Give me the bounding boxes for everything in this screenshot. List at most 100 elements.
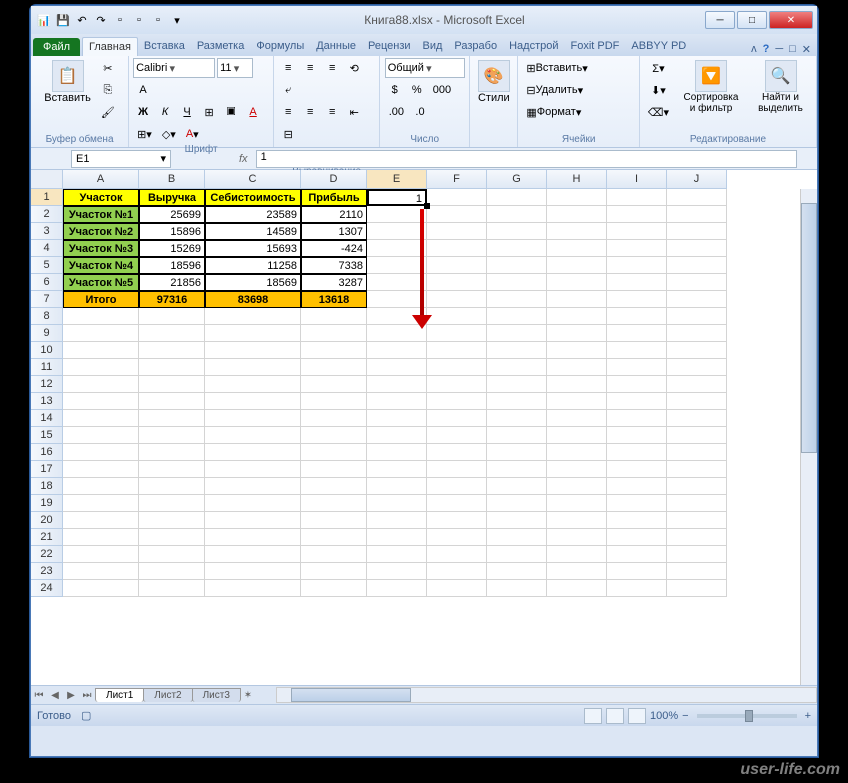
cell-D18[interactable] xyxy=(301,478,367,495)
cell-A18[interactable] xyxy=(63,478,139,495)
cell-B2[interactable]: 25699 xyxy=(139,206,205,223)
sheet-tab-Лист2[interactable]: Лист2 xyxy=(143,688,192,702)
cell-B5[interactable]: 18596 xyxy=(139,257,205,274)
window-close-icon[interactable]: ✕ xyxy=(802,43,811,56)
cell-C20[interactable] xyxy=(205,512,301,529)
tab-foxit pdf[interactable]: Foxit PDF xyxy=(565,37,626,56)
inc-decimal-icon[interactable]: .00 xyxy=(385,102,408,122)
cell-J7[interactable] xyxy=(667,291,727,308)
cell-H21[interactable] xyxy=(547,529,607,546)
cell-B4[interactable]: 15269 xyxy=(139,240,205,257)
row-header-12[interactable]: 12 xyxy=(31,376,63,393)
cell-D8[interactable] xyxy=(301,308,367,325)
align-center-icon[interactable]: ≡ xyxy=(300,102,320,122)
cell-B16[interactable] xyxy=(139,444,205,461)
cell-D23[interactable] xyxy=(301,563,367,580)
row-header-3[interactable]: 3 xyxy=(31,223,63,240)
cell-G22[interactable] xyxy=(487,546,547,563)
cell-H1[interactable] xyxy=(547,189,607,206)
cell-A10[interactable] xyxy=(63,342,139,359)
cell-A20[interactable] xyxy=(63,512,139,529)
cell-I24[interactable] xyxy=(607,580,667,597)
cell-C14[interactable] xyxy=(205,410,301,427)
cell-I14[interactable] xyxy=(607,410,667,427)
cell-G8[interactable] xyxy=(487,308,547,325)
cell-E2[interactable] xyxy=(367,206,427,223)
cell-F11[interactable] xyxy=(427,359,487,376)
cell-J19[interactable] xyxy=(667,495,727,512)
cell-F24[interactable] xyxy=(427,580,487,597)
undo-icon[interactable]: ↶ xyxy=(73,11,91,29)
cell-J22[interactable] xyxy=(667,546,727,563)
row-header-7[interactable]: 7 xyxy=(31,291,63,308)
cell-C10[interactable] xyxy=(205,342,301,359)
new-sheet-icon[interactable]: ✶ xyxy=(240,690,256,701)
row-header-16[interactable]: 16 xyxy=(31,444,63,461)
cell-B19[interactable] xyxy=(139,495,205,512)
cell-J10[interactable] xyxy=(667,342,727,359)
row-header-1[interactable]: 1 xyxy=(31,189,63,206)
cell-I22[interactable] xyxy=(607,546,667,563)
cell-B22[interactable] xyxy=(139,546,205,563)
cell-G2[interactable] xyxy=(487,206,547,223)
cell-A11[interactable] xyxy=(63,359,139,376)
cell-J20[interactable] xyxy=(667,512,727,529)
zoom-level[interactable]: 100% xyxy=(650,710,678,722)
indent-dec-icon[interactable]: ⇤ xyxy=(344,102,364,122)
cell-G3[interactable] xyxy=(487,223,547,240)
cell-H6[interactable] xyxy=(547,274,607,291)
cell-F7[interactable] xyxy=(427,291,487,308)
cell-D22[interactable] xyxy=(301,546,367,563)
cell-A5[interactable]: Участок №4 xyxy=(63,257,139,274)
cell-G1[interactable] xyxy=(487,189,547,206)
cell-A22[interactable] xyxy=(63,546,139,563)
cell-C22[interactable] xyxy=(205,546,301,563)
cell-E14[interactable] xyxy=(367,410,427,427)
cell-I19[interactable] xyxy=(607,495,667,512)
align-middle-icon[interactable]: ≡ xyxy=(300,58,320,78)
vertical-scrollbar[interactable] xyxy=(800,189,817,685)
cell-B3[interactable]: 15896 xyxy=(139,223,205,240)
cell-G18[interactable] xyxy=(487,478,547,495)
cell-A23[interactable] xyxy=(63,563,139,580)
cell-C8[interactable] xyxy=(205,308,301,325)
insert-cells-button[interactable]: ⊞ Вставить ▾ xyxy=(522,58,635,78)
cell-I6[interactable] xyxy=(607,274,667,291)
cell-H19[interactable] xyxy=(547,495,607,512)
cell-E10[interactable] xyxy=(367,342,427,359)
cell-F6[interactable] xyxy=(427,274,487,291)
ribbon-minimize-icon[interactable]: ᴧ xyxy=(751,43,757,56)
cell-D13[interactable] xyxy=(301,393,367,410)
cell-D24[interactable] xyxy=(301,580,367,597)
minimize-button[interactable]: ─ xyxy=(705,11,735,29)
window-restore-icon[interactable]: □ xyxy=(789,43,796,56)
prev-sheet-icon[interactable]: ◀ xyxy=(47,690,63,701)
col-header-G[interactable]: G xyxy=(487,170,547,189)
cell-D7[interactable]: 13618 xyxy=(301,291,367,308)
clear-icon[interactable]: ⌫▾ xyxy=(644,102,673,122)
qat-icon[interactable]: ▫ xyxy=(111,11,129,29)
fill-handle[interactable] xyxy=(424,203,430,209)
cell-I9[interactable] xyxy=(607,325,667,342)
cell-I11[interactable] xyxy=(607,359,667,376)
cell-A19[interactable] xyxy=(63,495,139,512)
cell-D17[interactable] xyxy=(301,461,367,478)
cell-I15[interactable] xyxy=(607,427,667,444)
formula-input[interactable]: 1 xyxy=(256,150,797,168)
font-name-combo[interactable]: Calibri▾ xyxy=(133,58,215,78)
cell-G19[interactable] xyxy=(487,495,547,512)
cell-H3[interactable] xyxy=(547,223,607,240)
row-header-19[interactable]: 19 xyxy=(31,495,63,512)
excel-icon[interactable]: 📊 xyxy=(35,11,53,29)
cell-C5[interactable]: 11258 xyxy=(205,257,301,274)
cell-I17[interactable] xyxy=(607,461,667,478)
row-header-8[interactable]: 8 xyxy=(31,308,63,325)
border-icon[interactable]: ⊞ xyxy=(199,102,219,122)
tab-надстрой[interactable]: Надстрой xyxy=(503,37,564,56)
cell-J9[interactable] xyxy=(667,325,727,342)
row-header-10[interactable]: 10 xyxy=(31,342,63,359)
macro-icon[interactable]: ▢ xyxy=(81,709,91,722)
autosum-icon[interactable]: Σ▾ xyxy=(644,58,673,78)
cell-E6[interactable] xyxy=(367,274,427,291)
cell-D19[interactable] xyxy=(301,495,367,512)
